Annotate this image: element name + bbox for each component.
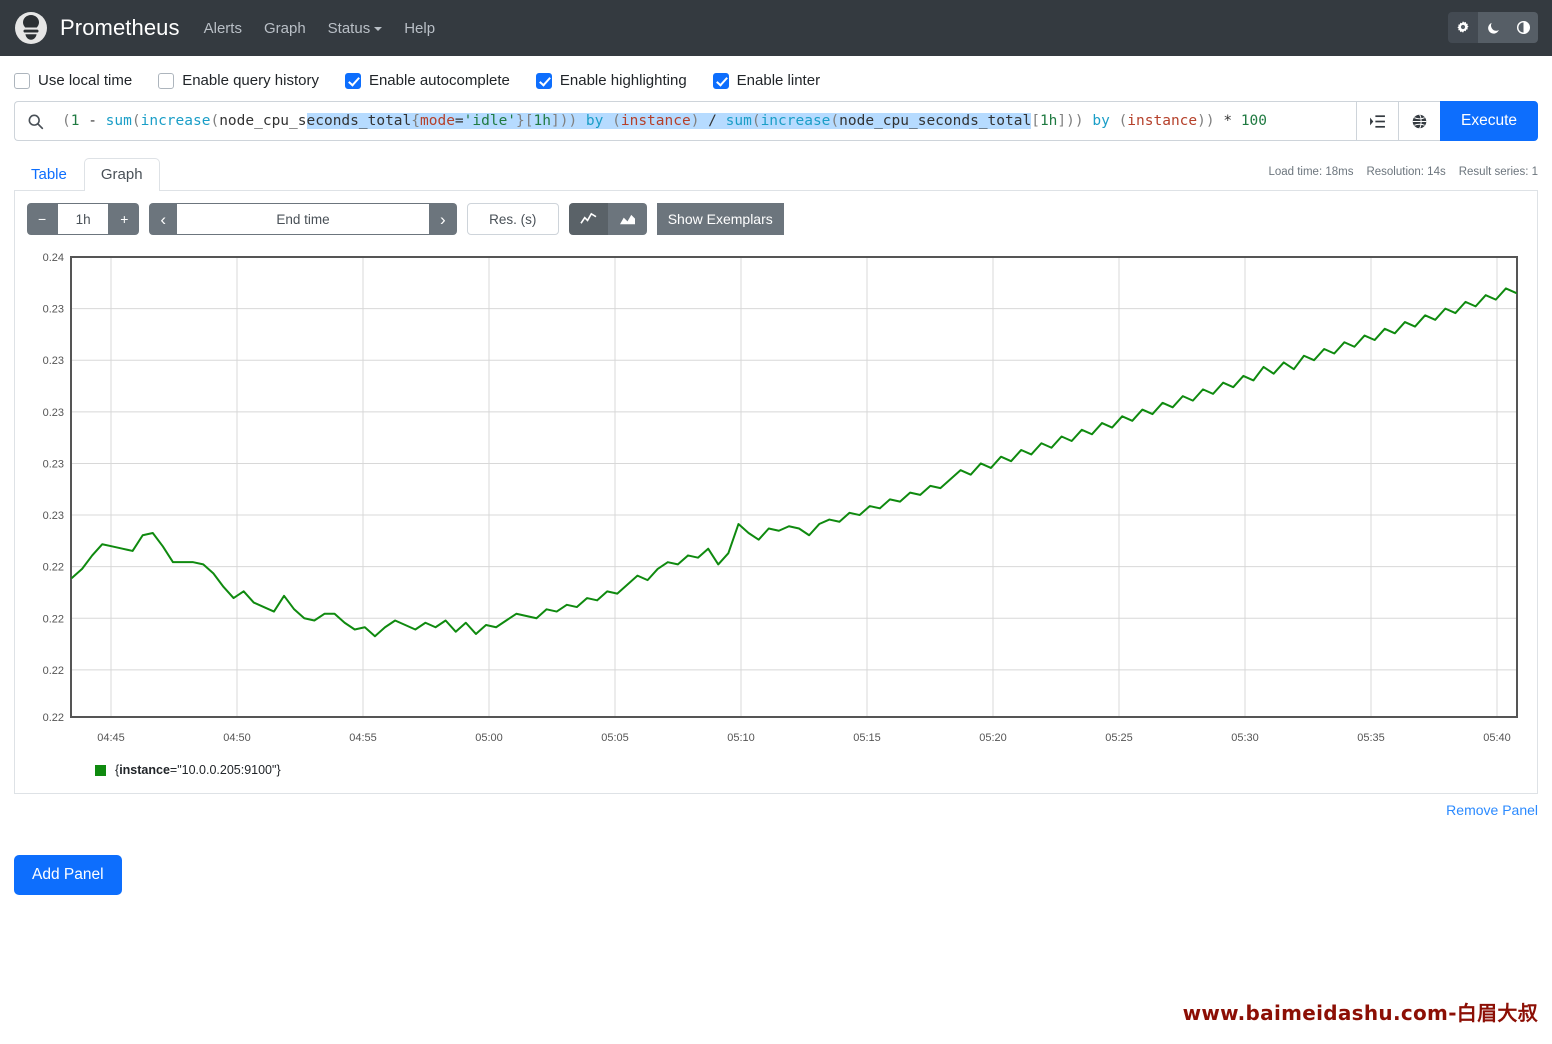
- theme-auto-button[interactable]: [1508, 12, 1538, 43]
- checkbox-enable-query-history[interactable]: [158, 72, 175, 89]
- svg-text:0.23: 0.23: [43, 355, 64, 367]
- range-decrease-button[interactable]: −: [27, 203, 58, 235]
- svg-text:0.23: 0.23: [43, 304, 64, 316]
- checkbox-enable-highlighting[interactable]: [535, 72, 552, 89]
- label-enable-autocomplete: Enable autocomplete: [368, 72, 510, 89]
- checkbox-use-local-time[interactable]: [14, 72, 30, 89]
- execute-button[interactable]: Execute: [1439, 101, 1538, 141]
- range-input[interactable]: 1h: [57, 203, 110, 235]
- svg-text:0.22: 0.22: [43, 712, 64, 724]
- svg-text:05:40: 05:40: [1483, 732, 1511, 744]
- theme-dark-button[interactable]: [1478, 12, 1508, 43]
- option-enable-query-history[interactable]: Enable query history: [158, 72, 319, 89]
- meta-resolution: Resolution: 14s: [1366, 166, 1446, 178]
- svg-text:05:15: 05:15: [853, 732, 881, 744]
- svg-text:0.23: 0.23: [43, 407, 64, 419]
- query-docs-button[interactable]: [1397, 101, 1440, 141]
- metrics-explorer-button[interactable]: [1355, 101, 1398, 141]
- nav-item-status[interactable]: Status: [328, 20, 383, 37]
- list-indent-icon: [1370, 114, 1385, 128]
- nav-item-help[interactable]: Help: [404, 20, 435, 37]
- svg-text:04:45: 04:45: [97, 732, 125, 744]
- checkbox-enable-autocomplete[interactable]: [344, 72, 361, 89]
- chevron-down-icon: [374, 26, 383, 31]
- svg-text:0.22: 0.22: [43, 562, 64, 574]
- navbar: Prometheus Alerts Graph Status Help: [0, 0, 1552, 56]
- range-increase-button[interactable]: +: [109, 203, 140, 235]
- svg-text:05:00: 05:00: [475, 732, 503, 744]
- nav-status-label: Status: [327, 19, 371, 37]
- show-exemplars-button[interactable]: Show Exemplars: [656, 203, 784, 235]
- half-circle-icon: [1516, 20, 1530, 35]
- legend-series-label[interactable]: {instance="10.0.0.205:9100"}: [115, 763, 281, 777]
- option-use-local-time[interactable]: Use local time: [14, 72, 132, 89]
- graph-panel: − 1h + ‹ End time › Res. (s) Show Exempl…: [14, 191, 1538, 794]
- label-use-local-time: Use local time: [38, 72, 133, 89]
- resolution-input[interactable]: Res. (s): [466, 203, 559, 235]
- checkbox-enable-linter[interactable]: [712, 72, 729, 89]
- range-group: − 1h +: [27, 203, 140, 235]
- option-enable-linter[interactable]: Enable linter: [712, 72, 821, 89]
- svg-text:05:25: 05:25: [1105, 732, 1133, 744]
- end-time-prev-button[interactable]: ‹: [149, 203, 178, 235]
- watermark: www.baimeidashu.com-白眉大叔: [1182, 1001, 1538, 1025]
- chart-legend: {instance="10.0.0.205:9100"}: [27, 747, 1525, 783]
- label-enable-highlighting: Enable highlighting: [559, 72, 687, 89]
- option-enable-highlighting[interactable]: Enable highlighting: [535, 72, 687, 89]
- chart-type-group: [568, 203, 647, 235]
- query-options-row: Use local time Enable query history Enab…: [0, 56, 1552, 101]
- end-time-next-button[interactable]: ›: [429, 203, 457, 235]
- svg-text:05:35: 05:35: [1357, 732, 1385, 744]
- graph-toolbar: − 1h + ‹ End time › Res. (s) Show Exempl…: [27, 203, 1525, 235]
- line-chart-button[interactable]: [568, 203, 608, 235]
- legend-color-swatch: [95, 764, 106, 776]
- meta-load-time: Load time: 18ms: [1268, 166, 1354, 178]
- line-chart-icon: [580, 212, 597, 224]
- tab-table[interactable]: Table: [14, 158, 84, 191]
- remove-panel-row: Remove Panel: [14, 794, 1538, 819]
- svg-text:05:20: 05:20: [979, 732, 1007, 744]
- label-enable-linter: Enable linter: [736, 72, 821, 89]
- query-bar: (1 - sum(increase(node_cpu_seconds_total…: [14, 101, 1538, 141]
- svg-text:0.24: 0.24: [43, 252, 64, 264]
- sun-gear-icon: [1457, 20, 1469, 33]
- search-icon-wrapper: [14, 101, 56, 141]
- nav-item-alerts[interactable]: Alerts: [204, 20, 242, 37]
- brand-title: Prometheus: [60, 15, 180, 40]
- meta-result-series: Result series: 1: [1458, 166, 1538, 178]
- graph-chart[interactable]: 0.24 0.23 0.23 0.23 0.23 0.23 0.22 0.22 0.22 0.22…: [27, 247, 1525, 747]
- search-icon: [28, 114, 44, 129]
- theme-switcher: [1448, 12, 1538, 43]
- tab-graph[interactable]: Graph: [83, 158, 160, 191]
- option-enable-autocomplete[interactable]: Enable autocomplete: [344, 72, 510, 89]
- svg-text:04:55: 04:55: [349, 732, 377, 744]
- svg-text:0.23: 0.23: [43, 458, 64, 470]
- globe-icon: [1412, 113, 1427, 129]
- label-enable-query-history: Enable query history: [182, 72, 319, 89]
- add-panel-button[interactable]: Add Panel: [14, 855, 122, 895]
- chart-svg[interactable]: 0.24 0.23 0.23 0.23 0.23 0.23 0.22 0.22 0.22 0.22…: [27, 247, 1527, 747]
- end-time-input[interactable]: End time: [177, 203, 430, 235]
- stacked-chart-button[interactable]: [607, 203, 647, 235]
- stacked-area-chart-icon: [619, 214, 635, 224]
- svg-text:05:10: 05:10: [727, 732, 755, 744]
- nav-item-graph[interactable]: Graph: [264, 20, 306, 37]
- prometheus-logo-icon: [14, 11, 48, 45]
- end-time-group: ‹ End time ›: [149, 203, 457, 235]
- query-input[interactable]: (1 - sum(increase(node_cpu_seconds_total…: [56, 101, 1356, 141]
- result-tabs: Table Graph Load time: 18ms Resolution: …: [14, 155, 1538, 191]
- svg-text:0.22: 0.22: [43, 613, 64, 625]
- query-meta: Load time: 18ms Resolution: 14s Result s…: [1268, 166, 1538, 178]
- svg-text:0.23: 0.23: [43, 510, 64, 522]
- svg-text:05:30: 05:30: [1231, 732, 1259, 744]
- svg-text:04:50: 04:50: [223, 732, 251, 744]
- svg-text:0.22: 0.22: [43, 665, 64, 677]
- moon-icon: [1487, 22, 1499, 34]
- remove-panel-link[interactable]: Remove Panel: [1446, 802, 1538, 818]
- theme-light-button[interactable]: [1448, 12, 1478, 43]
- svg-text:05:05: 05:05: [601, 732, 629, 744]
- query-expression: (1 - sum(increase(node_cpu_seconds_total…: [62, 113, 1268, 129]
